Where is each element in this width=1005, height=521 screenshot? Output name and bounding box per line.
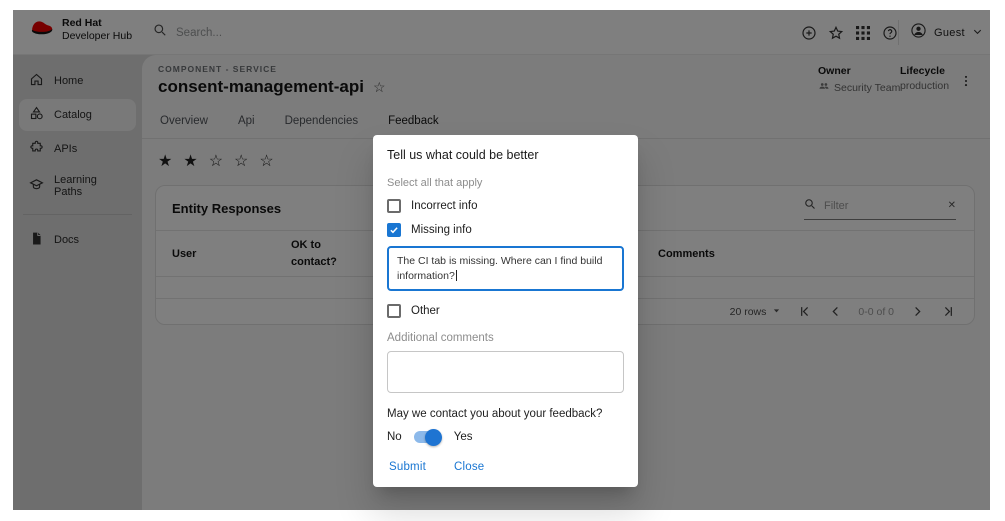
toggle-off-label: No	[387, 431, 402, 443]
feedback-modal: Tell us what could be better Select all …	[373, 135, 638, 487]
submit-button[interactable]: Submit	[389, 461, 426, 473]
modal-subtitle: Select all that apply	[387, 177, 624, 189]
checkbox-icon[interactable]	[387, 199, 401, 213]
checkbox-icon[interactable]	[387, 304, 401, 318]
feedback-textarea[interactable]: The CI tab is missing. Where can I find …	[387, 246, 624, 291]
checkbox-missing-info[interactable]: Missing info	[387, 223, 624, 237]
close-button[interactable]: Close	[454, 461, 484, 473]
additional-comments-textarea[interactable]	[387, 351, 624, 393]
contact-toggle-row: No Yes	[387, 431, 624, 443]
additional-comments-label: Additional comments	[387, 332, 624, 344]
toggle-on-label: Yes	[454, 431, 473, 443]
contact-question: May we contact you about your feedback?	[387, 408, 624, 420]
toggle-thumb	[425, 429, 442, 446]
contact-toggle[interactable]	[414, 431, 440, 443]
modal-title: Tell us what could be better	[387, 148, 624, 162]
checkbox-icon[interactable]	[387, 223, 401, 237]
checkbox-other[interactable]: Other	[387, 304, 624, 318]
text-cursor	[456, 270, 457, 281]
checkbox-incorrect-info[interactable]: Incorrect info	[387, 199, 624, 213]
